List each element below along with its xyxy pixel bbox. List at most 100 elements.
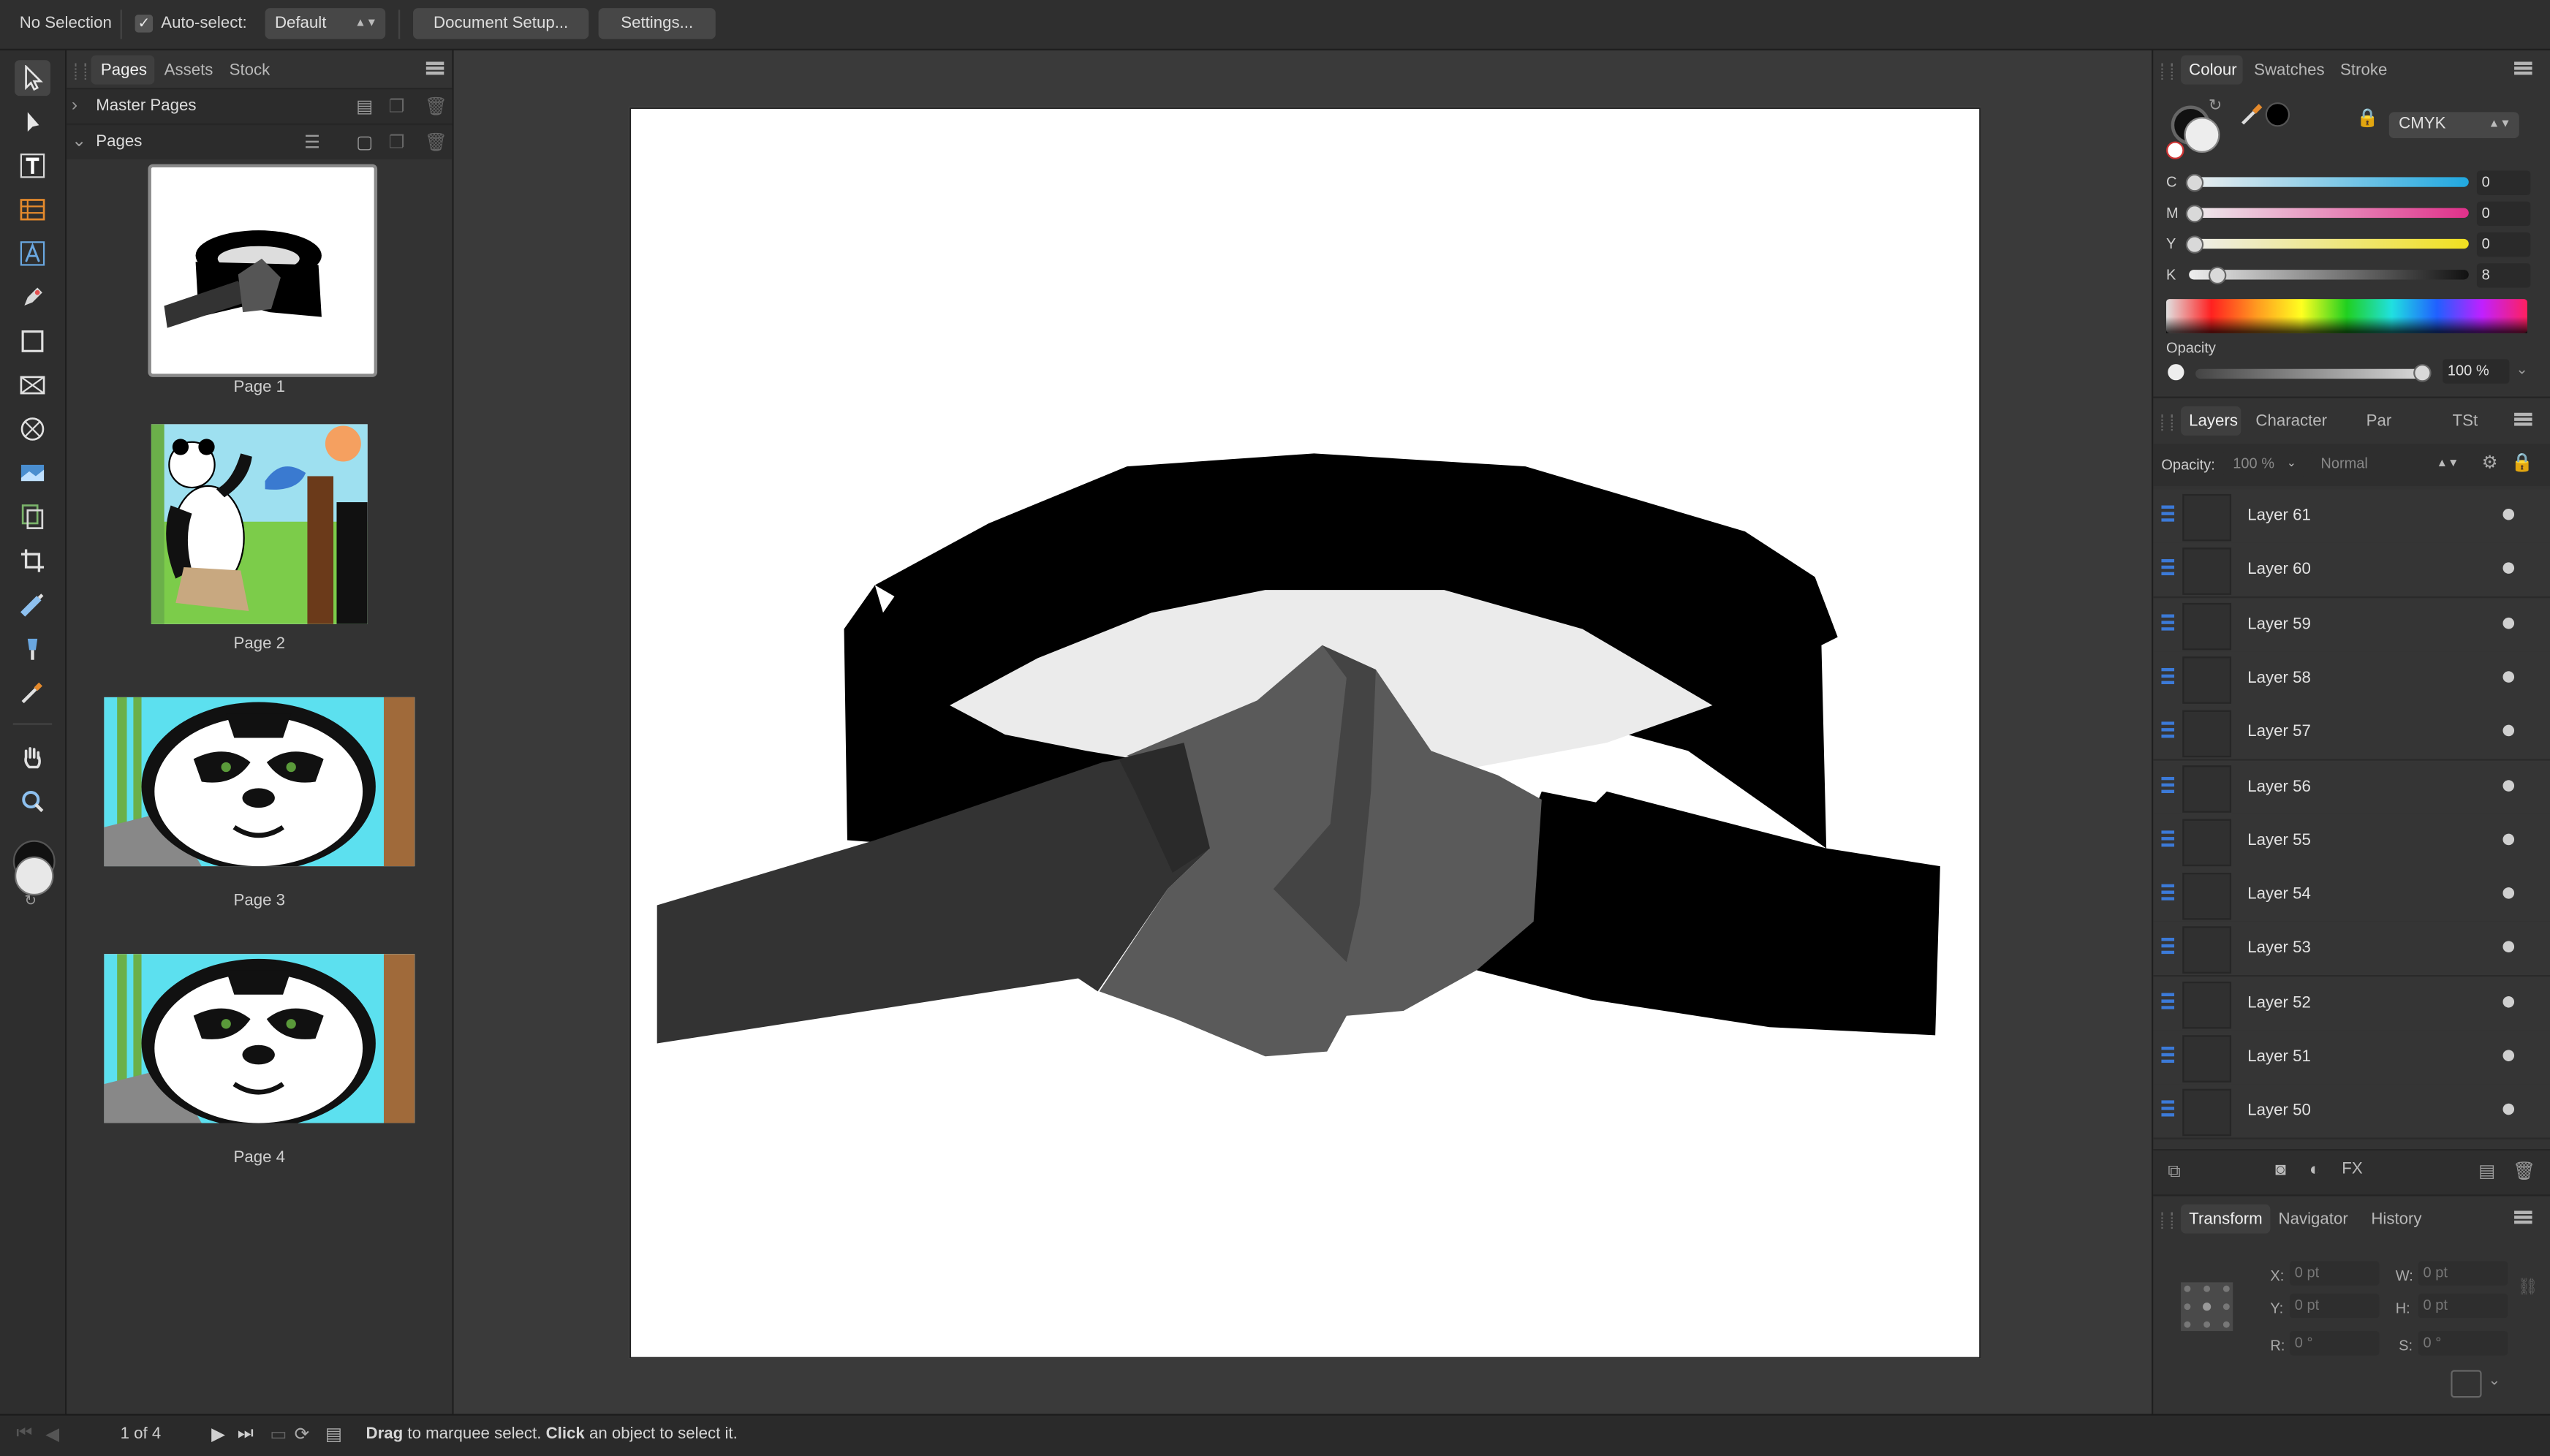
layer-row[interactable]: Layer 60 [2153, 543, 2550, 599]
settings-button[interactable]: Settings... [598, 8, 716, 39]
node-tool-icon[interactable] [15, 104, 50, 140]
ellipse-frame-tool-icon[interactable] [15, 412, 50, 447]
layer-row[interactable]: Layer 59 [2153, 597, 2550, 653]
last-page-icon[interactable]: ⏭ [238, 1424, 254, 1445]
layer-visibility-dot-icon[interactable] [2502, 725, 2515, 737]
move-tool-icon[interactable] [15, 60, 50, 96]
page-spread[interactable] [629, 107, 1981, 1359]
channel-slider-knob-y[interactable] [2185, 235, 2204, 254]
layer-visibility-dot-icon[interactable] [2502, 996, 2515, 1007]
color-picker-tool-icon[interactable] [15, 675, 50, 710]
frame-text-tool-icon[interactable] [15, 235, 50, 271]
page-thumbnail-4[interactable] [104, 954, 415, 1129]
add-layer-icon[interactable]: ▤ [2478, 1161, 2495, 1182]
channel-slider-k[interactable] [2189, 270, 2469, 280]
x-field[interactable]: 0 pt [2290, 1261, 2380, 1286]
document-canvas[interactable] [453, 50, 2150, 1414]
layer-row[interactable]: Layer 52 [2153, 976, 2550, 1032]
channel-slider-m[interactable] [2189, 208, 2469, 218]
artistic-text-tool-icon[interactable] [15, 148, 50, 183]
chevron-down-icon[interactable]: ⌄ [2488, 1372, 2500, 1389]
layer-row[interactable]: Layer 54 [2153, 868, 2550, 924]
page-options-icon[interactable]: ▤ [325, 1424, 342, 1445]
opacity-slider-knob[interactable] [2413, 364, 2432, 382]
tab-navigator[interactable]: Navigator [2279, 1211, 2348, 1229]
channel-slider-knob-m[interactable] [2185, 205, 2204, 223]
chevron-down-icon[interactable]: ⌄ [72, 130, 87, 151]
place-image-tool-icon[interactable] [15, 455, 50, 491]
sync-icon[interactable]: ⟳ [295, 1424, 310, 1445]
gear-icon[interactable]: ⚙ [2482, 452, 2498, 473]
next-page-icon[interactable]: ▶ [211, 1424, 225, 1445]
layer-row[interactable]: Layer 56 [2153, 759, 2550, 816]
picture-frame-tool-icon[interactable] [15, 368, 50, 403]
channel-slider-knob-k[interactable] [2208, 266, 2226, 285]
tab-stroke[interactable]: Stroke [2340, 61, 2387, 79]
layer-visibility-dot-icon[interactable] [2502, 1104, 2515, 1115]
layer-visibility-dot-icon[interactable] [2502, 941, 2515, 953]
layer-visibility-dot-icon[interactable] [2502, 1050, 2515, 1061]
zoom-tool-icon[interactable] [15, 784, 50, 819]
add-page-icon[interactable]: ▢ [356, 132, 373, 153]
h-field[interactable]: 0 pt [2418, 1293, 2508, 1319]
delete-page-icon[interactable]: 🗑 [425, 132, 447, 153]
master-pages-header[interactable]: › Master Pages ▤ ❐ 🗑 [67, 88, 453, 124]
document-setup-button[interactable]: Document Setup... [413, 8, 589, 39]
fill-tool-icon[interactable] [15, 587, 50, 623]
previous-page-icon[interactable]: ◀ [45, 1424, 59, 1445]
pen-tool-icon[interactable] [15, 279, 50, 315]
picked-colour-swatch[interactable] [2265, 102, 2290, 127]
layer-row[interactable]: Layer 51 [2153, 1030, 2550, 1086]
transparency-tool-icon[interactable] [15, 631, 50, 667]
layer-visibility-dot-icon[interactable] [2502, 508, 2515, 520]
panel-menu-icon[interactable] [2514, 412, 2532, 426]
layer-opacity-dropdown[interactable]: 100 % ⌄ [2222, 450, 2305, 478]
tab-assets[interactable]: Assets [164, 61, 213, 79]
channel-value-m[interactable]: 0 [2476, 201, 2531, 227]
layer-visibility-dot-icon[interactable] [2502, 779, 2515, 791]
tab-colour[interactable]: Colour [2189, 61, 2237, 79]
channel-slider-knob-c[interactable] [2185, 173, 2204, 192]
panel-menu-icon[interactable] [2514, 61, 2532, 75]
duplicate-page-icon[interactable]: ❐ [389, 132, 405, 153]
layer-visibility-dot-icon[interactable] [2502, 562, 2515, 575]
tab-stock[interactable]: Stock [230, 61, 270, 79]
layers-list[interactable]: Layer 61 Layer 60 Layer 59 Layer 58 Layer 57… [2153, 489, 2550, 1145]
channel-value-y[interactable]: 0 [2476, 232, 2531, 257]
colour-spectrum[interactable] [2166, 299, 2527, 333]
y-field[interactable]: 0 pt [2290, 1293, 2380, 1319]
blend-mode-dropdown[interactable]: Normal ▲▼ [2311, 450, 2467, 478]
eyedropper-icon[interactable] [2239, 101, 2266, 127]
fx-icon[interactable]: FX [2342, 1161, 2362, 1178]
channel-value-c[interactable]: 0 [2476, 170, 2531, 195]
opacity-value-field[interactable]: 100 % [2443, 359, 2510, 384]
black-belt-artwork[interactable] [631, 109, 1979, 1357]
delete-layer-icon[interactable]: 🗑 [2513, 1161, 2535, 1182]
add-master-icon[interactable]: ▤ [356, 96, 373, 117]
hand-tool-icon[interactable] [15, 740, 50, 776]
layer-row[interactable]: Layer 57 [2153, 705, 2550, 762]
layer-visibility-dot-icon[interactable] [2502, 617, 2515, 629]
tab-transform[interactable]: Transform [2189, 1211, 2263, 1229]
duplicate-master-icon[interactable]: ❐ [389, 96, 405, 117]
layer-row[interactable]: Layer 50 [2153, 1084, 2550, 1140]
layer-arrange-icon[interactable]: ⧉ [2168, 1162, 2180, 1183]
fill-colour-swatch[interactable] [2184, 117, 2220, 153]
first-page-icon[interactable]: ⏮ [16, 1424, 32, 1445]
no-colour-icon[interactable] [2166, 141, 2184, 159]
rectangle-tool-icon[interactable] [15, 323, 50, 359]
channel-value-k[interactable]: 8 [2476, 263, 2531, 288]
channel-slider-c[interactable] [2189, 177, 2469, 187]
layer-row[interactable]: Layer 58 [2153, 651, 2550, 707]
fill-colour-well[interactable] [15, 856, 54, 896]
auto-select-dropdown[interactable]: Default ▲▼ [265, 8, 386, 39]
tab-paragraph[interactable]: Par [2366, 413, 2392, 431]
vector-crop-tool-icon[interactable] [15, 499, 50, 535]
shear-field[interactable]: 0 ° [2418, 1331, 2508, 1356]
table-tool-icon[interactable] [15, 192, 50, 227]
swap-colours-icon[interactable]: ↻ [2209, 97, 2222, 115]
tab-swatches[interactable]: Swatches [2254, 61, 2324, 79]
panel-menu-icon[interactable] [2514, 1210, 2532, 1224]
chevron-right-icon[interactable]: › [72, 96, 77, 115]
tab-character[interactable]: Character [2255, 413, 2327, 431]
